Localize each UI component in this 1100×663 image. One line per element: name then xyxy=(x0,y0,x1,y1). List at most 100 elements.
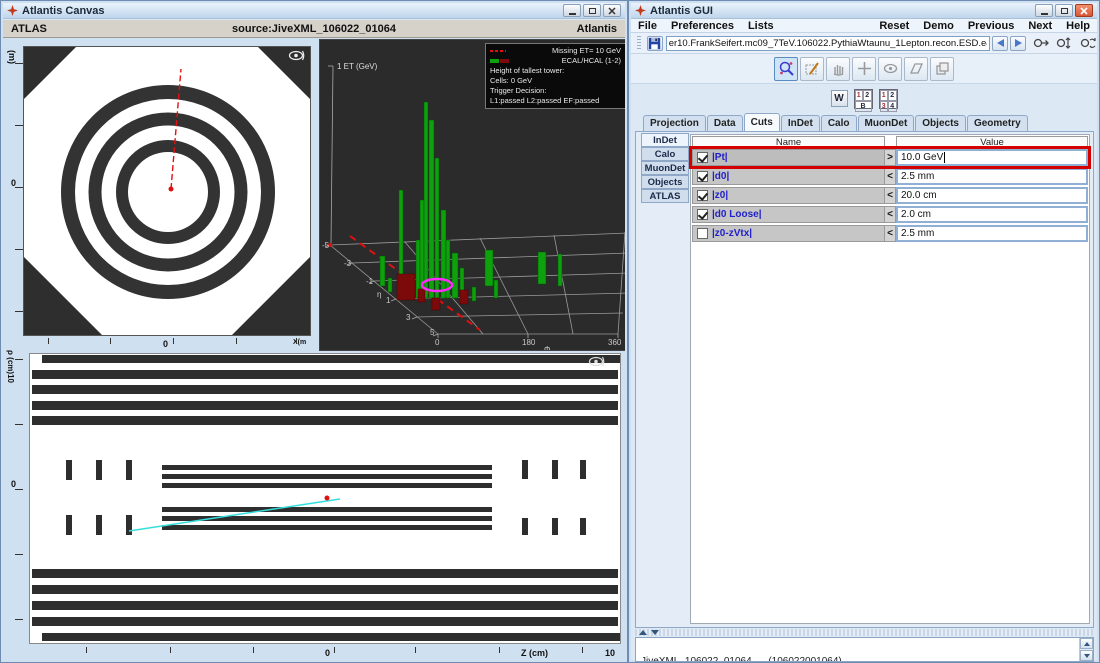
side-tab[interactable]: ATLAS xyxy=(641,189,689,203)
gui-titlebar[interactable]: Atlantis GUI xyxy=(631,3,1097,19)
fisheye-button[interactable] xyxy=(878,57,902,81)
tab[interactable]: Data xyxy=(707,115,743,131)
log-line: JiveXML_106022_01064 (106022001064) xyxy=(641,656,842,662)
cut-row[interactable]: |Pt| > 10.0 GeV xyxy=(692,149,1088,166)
splitter-up-icon[interactable] xyxy=(639,630,647,635)
loop-once-mode-button[interactable] xyxy=(1032,35,1050,51)
scroll-down-button[interactable] xyxy=(1080,650,1093,661)
output-splitter[interactable] xyxy=(635,629,1093,636)
maximize-button[interactable] xyxy=(583,4,601,17)
sync-cursors-button[interactable] xyxy=(930,57,954,81)
rz-detector-drawing xyxy=(30,354,620,643)
side-tab[interactable]: InDet xyxy=(641,133,689,147)
pick-zoom-button[interactable] xyxy=(774,57,798,81)
layout-quad-button[interactable]: 1234 xyxy=(879,89,898,109)
menu-item[interactable]: Lists xyxy=(741,20,781,32)
cut-checkbox[interactable] xyxy=(697,228,708,239)
legend-trigger-result: L1:passed L2:passed EF:passed xyxy=(490,96,599,106)
full-window-button[interactable]: W xyxy=(831,90,848,107)
tab[interactable]: Objects xyxy=(915,115,966,131)
cut-name-cell[interactable]: |z0| xyxy=(692,187,885,204)
eye-icon[interactable] xyxy=(588,356,606,367)
svg-text:360: 360 xyxy=(608,338,622,347)
edit-button[interactable] xyxy=(800,57,824,81)
event-source-field[interactable] xyxy=(666,36,991,51)
rubberband-button[interactable] xyxy=(904,57,928,81)
open-file-button[interactable] xyxy=(647,36,663,51)
loop-sequential-mode-button[interactable] xyxy=(1056,35,1074,51)
cut-row[interactable]: |z0| < 20.0 cm xyxy=(692,187,1088,204)
rz-projection-canvas[interactable] xyxy=(29,353,621,644)
tab-label: Cuts xyxy=(751,117,773,128)
event-source-row xyxy=(631,33,1097,54)
cut-name-cell[interactable]: |z0-zVtx| xyxy=(692,225,885,242)
cuts-rows: |Pt| > 10.0 GeV |d0| < 2.5 mm xyxy=(692,149,1088,242)
cuts-table: Name Value |Pt| > 10.0 GeV xyxy=(690,134,1090,624)
minimize-button[interactable] xyxy=(563,4,581,17)
cut-value-field[interactable]: 10.0 GeV xyxy=(896,149,1088,166)
yx-projection-canvas[interactable] xyxy=(23,46,311,336)
menu-action-item[interactable]: Previous xyxy=(961,20,1021,32)
cut-value-field[interactable]: 20.0 cm xyxy=(896,187,1088,204)
minimize-button[interactable] xyxy=(1035,4,1053,17)
scroll-up-button[interactable] xyxy=(1080,638,1093,649)
side-tab-label: MuonDet xyxy=(645,163,686,174)
tab[interactable]: Cuts xyxy=(744,113,780,131)
svg-text:5: 5 xyxy=(430,328,435,337)
tab[interactable]: Geometry xyxy=(967,115,1028,131)
cut-checkbox[interactable] xyxy=(697,152,708,163)
tab[interactable]: Projection xyxy=(643,115,706,131)
menu-item[interactable]: File xyxy=(631,20,664,32)
tab[interactable]: Calo xyxy=(821,115,857,131)
cuts-panel: InDetCalo MuonDetObjectsATLAS Name Value … xyxy=(635,131,1094,628)
splitter-down-icon[interactable] xyxy=(651,630,659,635)
cut-name-cell[interactable]: |Pt| xyxy=(692,149,885,166)
cut-row[interactable]: |z0-zVtx| < 2.5 mm xyxy=(692,225,1088,242)
close-button[interactable] xyxy=(1075,4,1093,17)
output-scrollbar[interactable] xyxy=(1079,638,1093,661)
tab-label: Geometry xyxy=(974,118,1021,129)
log-output-area[interactable]: JiveXML_106022_01064 (106022001064) xyxy=(635,637,1094,662)
svg-text:-1: -1 xyxy=(366,277,374,286)
next-event-button[interactable] xyxy=(1010,36,1026,51)
menu-action-item[interactable]: Help xyxy=(1059,20,1097,32)
cut-value-field[interactable]: 2.5 mm xyxy=(896,168,1088,185)
close-button[interactable] xyxy=(603,4,621,17)
canvas-titlebar[interactable]: Atlantis Canvas xyxy=(3,3,625,19)
cut-row[interactable]: |d0| < 2.5 mm xyxy=(692,168,1088,185)
previous-event-button[interactable] xyxy=(992,36,1008,51)
menu-item[interactable]: Preferences xyxy=(664,20,741,32)
tab-label: Data xyxy=(714,118,736,129)
corner-mask xyxy=(24,257,102,335)
lego-plot-canvas[interactable]: 1 ET (GeV)-5-3-1135η0180360Φ Missing ET=… xyxy=(319,39,625,351)
maximize-button[interactable] xyxy=(1055,4,1073,17)
svg-text:0: 0 xyxy=(435,338,440,347)
cut-name-cell[interactable]: |d0| xyxy=(692,168,885,185)
menu-action-item[interactable]: Reset xyxy=(872,20,916,32)
crosshair-button[interactable] xyxy=(852,57,876,81)
minimize-icon xyxy=(1041,13,1048,15)
cut-checkbox[interactable] xyxy=(697,209,708,220)
menu-action-item[interactable]: Demo xyxy=(916,20,961,32)
hand-pan-button[interactable] xyxy=(826,57,850,81)
cut-row[interactable]: |d0 Loose| < 2.0 cm xyxy=(692,206,1088,223)
tab[interactable]: InDet xyxy=(781,115,820,131)
cut-name-cell[interactable]: |d0 Loose| xyxy=(692,206,885,223)
toolbar-grip[interactable] xyxy=(637,36,641,51)
loop-random-mode-button[interactable] xyxy=(1079,35,1097,51)
svg-text:-3: -3 xyxy=(344,259,352,268)
cut-value-field[interactable]: 2.5 mm xyxy=(896,225,1088,242)
cut-name-label: |d0| xyxy=(712,171,729,182)
side-tab[interactable]: MuonDet xyxy=(641,161,689,175)
name-column-header: Name xyxy=(692,136,885,149)
menu-action-item[interactable]: Next xyxy=(1021,20,1059,32)
eye-icon[interactable] xyxy=(288,50,306,61)
side-tab[interactable]: Calo xyxy=(641,147,689,161)
atlantis-logo-icon xyxy=(7,5,18,16)
side-tab[interactable]: Objects xyxy=(641,175,689,189)
layout-two-plus-bottom-button[interactable]: 12B xyxy=(854,89,873,109)
tab[interactable]: MuonDet xyxy=(858,115,915,131)
cut-value-field[interactable]: 2.0 cm xyxy=(896,206,1088,223)
cut-checkbox[interactable] xyxy=(697,171,708,182)
cut-checkbox[interactable] xyxy=(697,190,708,201)
